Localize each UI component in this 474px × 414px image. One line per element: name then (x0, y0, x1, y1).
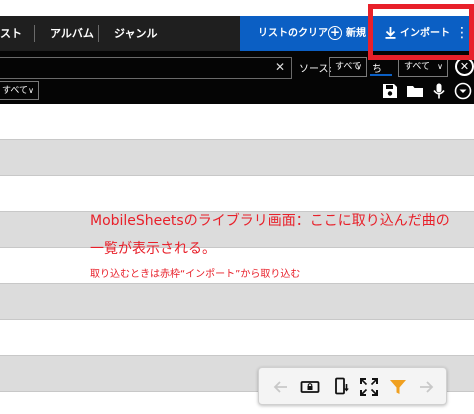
microphone-icon[interactable] (430, 82, 448, 100)
tab-album[interactable]: アルバム (50, 16, 94, 51)
sort-label: ち (372, 64, 382, 75)
annotation-line-1: MobileSheetsのライブラリ画面：ここに取り込んだ曲の (90, 213, 450, 229)
folder-icon[interactable] (406, 82, 424, 100)
tab-artist[interactable]: スト (0, 16, 22, 51)
filter-icon[interactable] (388, 377, 408, 397)
new-button[interactable]: + 新規 (328, 16, 366, 51)
clear-list-button[interactable]: リストのクリア (258, 16, 328, 51)
tab-divider (98, 25, 99, 42)
sort-value: すべて (404, 62, 431, 72)
list-row[interactable] (0, 140, 474, 176)
annotation-line-2: 一覧が表示される。 (90, 241, 216, 257)
list-row[interactable] (0, 176, 474, 212)
arrow-left-icon[interactable] (271, 377, 291, 397)
sort-indicator (370, 74, 392, 76)
arrow-right-icon[interactable] (416, 377, 436, 397)
chevron-down-icon: ∨ (356, 62, 362, 71)
plus-circle-icon: + (328, 25, 342, 40)
clear-search-icon[interactable]: ✕ (275, 60, 285, 74)
new-label: 新規 (346, 28, 366, 39)
list-row[interactable] (0, 284, 474, 320)
chevron-down-circle-icon[interactable] (454, 82, 472, 100)
annotation-line-3: 取り込むときは赤枠“インポート”から取り込む (90, 269, 301, 280)
page-toolbar (258, 367, 447, 405)
source-dropdown[interactable]: すべて ∨ (329, 57, 367, 77)
list-row[interactable] (0, 104, 474, 140)
tab-divider (34, 25, 35, 42)
tab-genre[interactable]: ジャンル (114, 16, 157, 51)
second-filter-dropdown[interactable]: すべて ∨ (0, 81, 39, 100)
list-row[interactable] (0, 320, 474, 356)
source-label: ソース: (299, 64, 332, 75)
second-filter-value: すべて (2, 86, 29, 96)
fullscreen-icon[interactable] (359, 377, 379, 397)
phone-rotate-icon[interactable] (331, 377, 351, 397)
search-input[interactable]: ✕ (0, 57, 292, 79)
import-highlight-box (368, 4, 474, 60)
chevron-down-icon: ∨ (28, 86, 34, 95)
sort-dropdown[interactable]: すべて ∨ (398, 57, 448, 77)
library-screen: スト アルバム ジャンル リストのクリア + 新規 インポート ⋮ ✕ ソース: … (0, 0, 474, 414)
chevron-down-icon: ∨ (437, 62, 443, 71)
save-icon[interactable] (381, 82, 399, 100)
lock-screen-icon[interactable] (300, 377, 320, 397)
